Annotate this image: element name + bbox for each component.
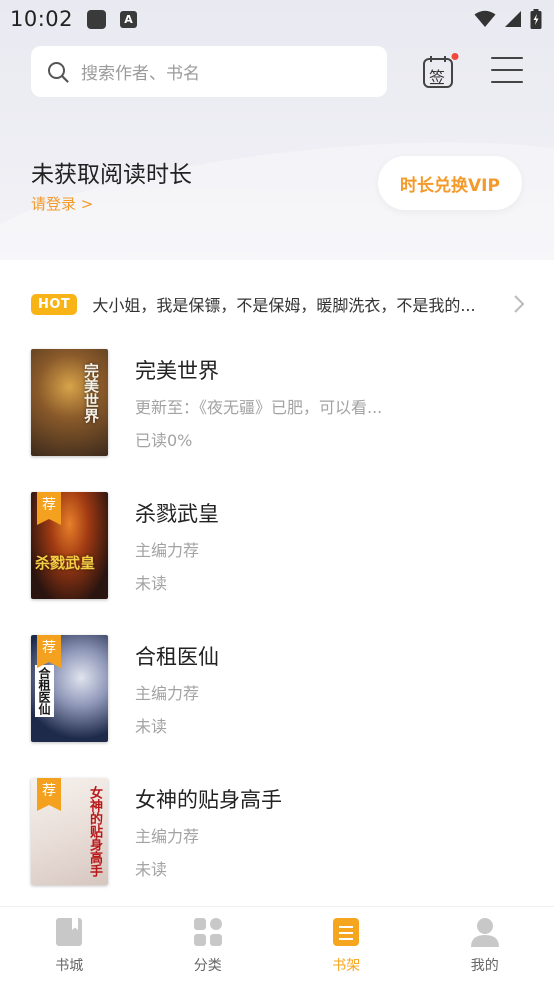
- book-cover: 女神的贴身高手 荐: [31, 778, 108, 885]
- book-subtitle: 主编力荐: [135, 541, 200, 560]
- menu-line: [491, 69, 523, 71]
- cover-title: 女神的贴身高手: [87, 786, 102, 877]
- cover-title: 杀戮武皇: [35, 554, 96, 572]
- tab-label: 分类: [193, 958, 222, 974]
- book-cover: 合租医仙 荐: [31, 635, 108, 742]
- search-placeholder: 搜索作者、书名: [81, 64, 200, 84]
- tab-bookshelf[interactable]: 书架: [277, 907, 416, 984]
- book-title: 女神的贴身高手: [135, 788, 282, 812]
- recommend-badge: 荐: [37, 492, 61, 525]
- cover-title: 合租医仙: [35, 665, 54, 717]
- book-title: 杀戮武皇: [135, 502, 219, 526]
- chevron-right-icon: [514, 295, 525, 313]
- status-time: 10:02: [10, 7, 74, 31]
- reading-time-title: 未获取阅读时长: [31, 162, 192, 188]
- login-link[interactable]: 请登录 >: [31, 193, 93, 214]
- tab-label: 书架: [332, 958, 361, 974]
- search-icon: [48, 61, 69, 83]
- notification-icon: [87, 9, 107, 29]
- status-bar: 10:02 A: [0, 0, 554, 38]
- header-area: [0, 0, 554, 260]
- menu-line: [491, 57, 523, 59]
- signal-icon: [505, 11, 521, 27]
- keyboard-icon: A: [120, 10, 138, 28]
- vip-exchange-button[interactable]: 时长兑换VIP: [378, 156, 522, 210]
- book-progress: 未读: [135, 574, 168, 593]
- book-item[interactable]: 完美世界 完美世界 更新至：《夜无疆》已肥，可以看... 已读0%: [31, 349, 525, 457]
- book-cover: 杀戮武皇 荐: [31, 492, 108, 599]
- profile-icon: [470, 918, 499, 947]
- bookshelf-icon: [333, 918, 360, 946]
- tab-profile[interactable]: 我的: [416, 907, 554, 984]
- book-item[interactable]: 女神的贴身高手 荐 女神的贴身高手 主编力荐 未读: [31, 778, 525, 886]
- menu-button[interactable]: [491, 57, 523, 85]
- cover-title: 完美世界: [82, 363, 100, 423]
- book-subtitle: 更新至：《夜无疆》已肥，可以看...: [135, 398, 383, 417]
- book-item[interactable]: 杀戮武皇 荐 杀戮武皇 主编力荐 未读: [31, 492, 525, 600]
- book-subtitle: 主编力荐: [135, 684, 200, 703]
- tab-label: 书城: [55, 958, 84, 974]
- book-progress: 已读0%: [135, 431, 193, 450]
- book-store-icon: [56, 918, 83, 946]
- hot-recommendation[interactable]: HOT 大小姐，我是保镖，不是保姆，暖脚洗衣，不是我的...: [31, 290, 525, 318]
- tab-label: 我的: [470, 958, 499, 974]
- book-title: 合租医仙: [135, 645, 219, 669]
- book-progress: 未读: [135, 717, 168, 736]
- daily-sign-button[interactable]: 签: [420, 53, 460, 91]
- book-item[interactable]: 合租医仙 荐 合租医仙 主编力荐 未读: [31, 635, 525, 743]
- book-progress: 未读: [135, 860, 168, 879]
- book-title: 完美世界: [135, 359, 219, 383]
- hot-badge: HOT: [31, 293, 78, 315]
- menu-line: [491, 81, 523, 83]
- bottom-tab-bar: 书城 分类 书架 我的: [0, 906, 554, 984]
- book-cover: 完美世界: [31, 349, 108, 456]
- book-subtitle: 主编力荐: [135, 827, 200, 846]
- tab-category[interactable]: 分类: [139, 907, 278, 984]
- category-grid-icon: [193, 918, 222, 946]
- recommend-badge: 荐: [37, 778, 61, 811]
- tab-book-store[interactable]: 书城: [0, 907, 139, 984]
- recommend-badge: 荐: [37, 635, 61, 668]
- wifi-icon: [474, 10, 496, 27]
- battery-icon: [530, 9, 542, 29]
- search-input[interactable]: 搜索作者、书名: [31, 46, 387, 97]
- sign-label: 签: [429, 68, 446, 87]
- hot-text: 大小姐，我是保镖，不是保姆，暖脚洗衣，不是我的...: [92, 296, 476, 315]
